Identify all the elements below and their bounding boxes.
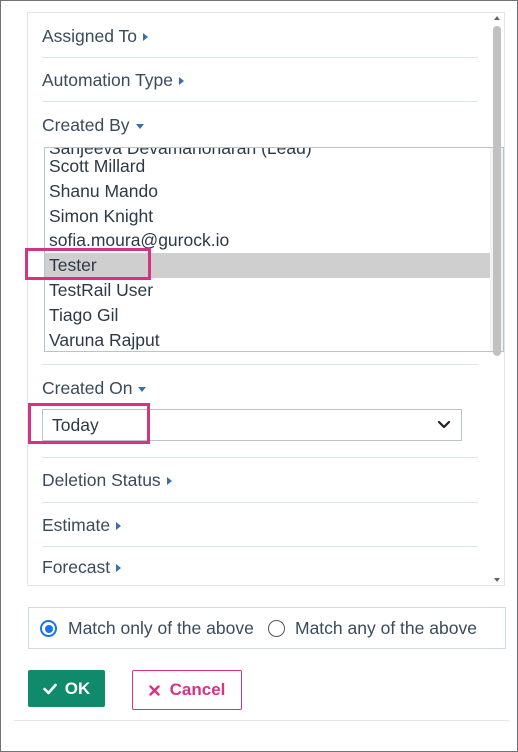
filter-created-on-label: Created On [42, 378, 133, 398]
ok-button[interactable]: OK [28, 670, 105, 707]
list-item[interactable]: Tiago Gil [45, 303, 491, 328]
close-icon [148, 684, 160, 696]
filter-panel: Assigned To Automation Type Created By S… [27, 12, 505, 586]
scroll-down-icon[interactable] [494, 578, 500, 582]
caret-right-icon [166, 477, 172, 485]
filter-created-by-label: Created By [42, 115, 130, 135]
list-item[interactable]: Simon Knight [45, 204, 491, 229]
filter-estimate[interactable]: Estimate [42, 503, 478, 547]
filter-assigned-to[interactable]: Assigned To [42, 13, 478, 58]
scroll-thumb[interactable] [493, 26, 501, 356]
caret-right-icon [143, 33, 149, 41]
caret-down-icon [135, 123, 144, 129]
match-only-label[interactable]: Match only of the above [68, 618, 254, 639]
list-item[interactable]: Varuna Rajput [45, 328, 491, 351]
caret-right-icon [179, 77, 185, 85]
match-only-radio[interactable] [40, 620, 57, 637]
filter-forecast-label: Forecast [42, 557, 111, 577]
filter-created-on: Created On Today [42, 365, 478, 458]
ok-button-label: OK [64, 678, 91, 698]
scroll-up-icon[interactable] [494, 16, 500, 20]
created-by-listbox[interactable]: Sanjeeva Devamanoharan (Lead) Scott Mill… [44, 147, 504, 352]
cancel-button-label: Cancel [169, 680, 226, 699]
list-item[interactable]: TestRail User [45, 278, 491, 303]
caret-right-icon [116, 564, 122, 572]
divider [14, 720, 509, 721]
list-item[interactable]: Shanu Mando [45, 179, 491, 204]
filter-created-on-toggle[interactable]: Created On [42, 378, 147, 399]
filter-deletion-status-label: Deletion Status [42, 470, 161, 490]
created-on-select[interactable]: Today [42, 409, 462, 441]
match-options: Match only of the above Match any of the… [28, 607, 506, 649]
match-any-radio[interactable] [268, 620, 285, 637]
filter-deletion-status[interactable]: Deletion Status [42, 458, 478, 503]
caret-right-icon [116, 522, 122, 530]
list-item[interactable]: Scott Millard [45, 154, 491, 179]
filter-estimate-label: Estimate [42, 515, 111, 535]
filter-assigned-to-label: Assigned To [42, 26, 138, 46]
match-any-label[interactable]: Match any of the above [295, 618, 477, 639]
filter-forecast[interactable]: Forecast [42, 547, 478, 585]
panel-scrollbar[interactable] [491, 14, 503, 586]
filter-automation-type[interactable]: Automation Type [42, 58, 478, 102]
filter-automation-type-label: Automation Type [42, 70, 174, 90]
list-item[interactable]: sofia.moura@gurock.io [45, 228, 491, 253]
check-icon [42, 683, 57, 694]
created-on-select-value: Today [52, 414, 99, 435]
caret-down-icon [138, 386, 147, 392]
filter-created-by-toggle[interactable]: Created By [42, 115, 144, 136]
chevron-down-icon [437, 420, 451, 429]
list-item-selected[interactable]: Tester [45, 253, 491, 278]
cancel-button[interactable]: Cancel [132, 670, 242, 710]
